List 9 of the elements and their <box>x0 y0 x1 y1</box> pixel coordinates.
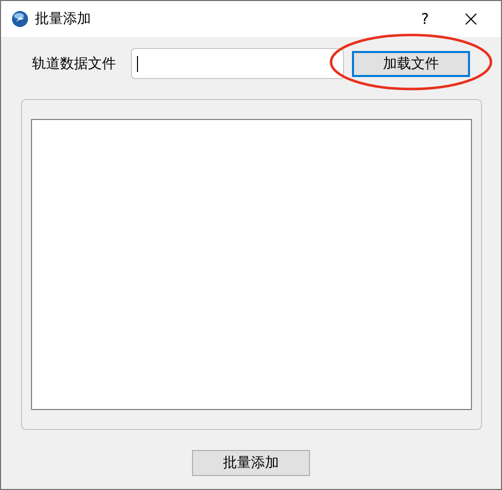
batch-add-button[interactable]: 批量添加 <box>192 450 310 476</box>
window-title: 批量添加 <box>35 10 92 28</box>
close-button[interactable]: × <box>451 6 491 32</box>
load-file-button[interactable]: 加载文件 <box>352 50 470 76</box>
list-box[interactable] <box>31 119 472 410</box>
app-icon <box>11 10 29 28</box>
help-button[interactable]: ? <box>405 10 445 28</box>
field-label: 轨道数据文件 <box>32 54 117 72</box>
file-path-field[interactable] <box>131 48 344 79</box>
